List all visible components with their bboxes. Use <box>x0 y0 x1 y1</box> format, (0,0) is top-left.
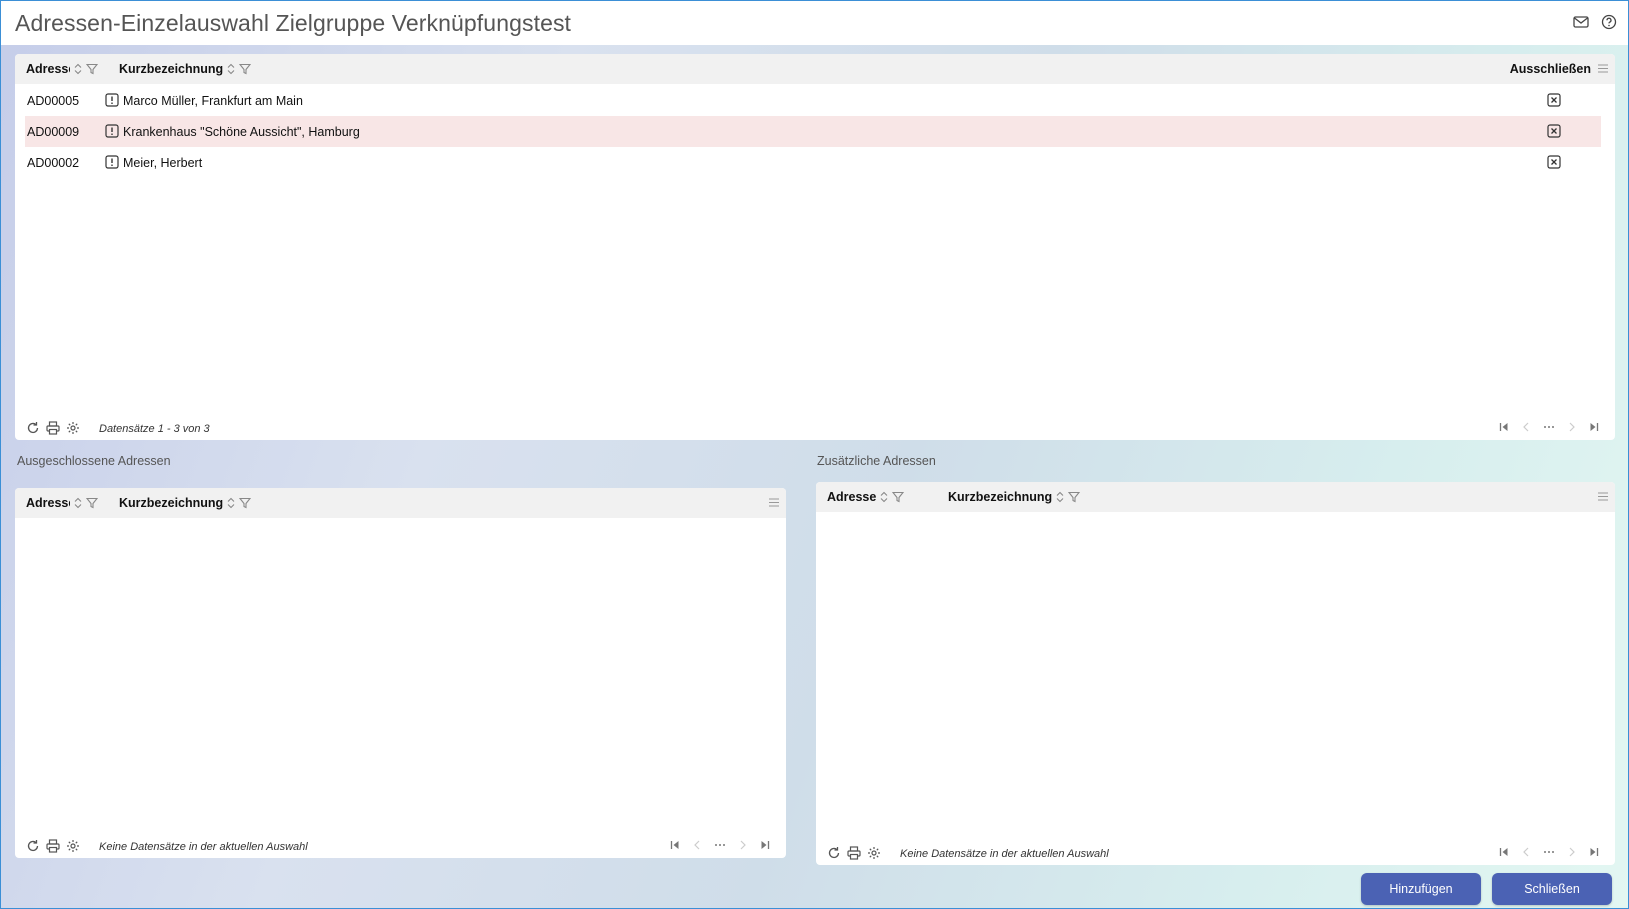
last-page-icon[interactable] <box>1589 847 1599 857</box>
filter-icon[interactable] <box>892 491 905 503</box>
next-page-icon[interactable] <box>1567 847 1577 857</box>
additional-grid-header: Adresse Kurzbezeichnung <box>816 482 1615 512</box>
pager <box>1499 847 1599 857</box>
column-address[interactable]: Adresse <box>26 54 98 84</box>
column-address[interactable]: Adresse <box>26 488 98 518</box>
next-page-icon[interactable] <box>738 840 748 850</box>
first-page-icon[interactable] <box>1499 847 1509 857</box>
exclude-icon[interactable] <box>1547 155 1561 172</box>
column-exclude-label: Ausschließen <box>1509 62 1591 76</box>
column-short-name-label: Kurzbezeichnung <box>948 490 1053 504</box>
last-page-icon[interactable] <box>760 840 770 850</box>
sort-icon[interactable] <box>74 497 82 509</box>
print-icon[interactable] <box>847 846 861 860</box>
record-status: Keine Datensätze in der aktuellen Auswah… <box>99 841 308 853</box>
column-address-label: Adresse <box>26 496 70 510</box>
warning-icon <box>105 93 119 110</box>
pager <box>670 840 770 850</box>
exclude-icon[interactable] <box>1547 93 1561 110</box>
column-menu-icon[interactable] <box>1597 63 1609 77</box>
column-short-name[interactable]: Kurzbezeichnung <box>119 488 252 518</box>
address-id: AD00002 <box>27 155 80 170</box>
more-pages-icon[interactable] <box>714 840 726 850</box>
more-pages-icon[interactable] <box>1543 847 1555 857</box>
print-icon[interactable] <box>46 421 60 435</box>
address-short-name: Marco Müller, Frankfurt am Main <box>123 93 303 108</box>
table-row[interactable]: AD00005 Marco Müller, Frankfurt am Main <box>25 85 1601 116</box>
column-short-name-label: Kurzbezeichnung <box>119 62 224 76</box>
filter-icon[interactable] <box>86 63 98 75</box>
column-short-name-label: Kurzbezeichnung <box>119 496 224 510</box>
table-row[interactable]: AD00009 Krankenhaus "Schöne Aussicht", H… <box>25 116 1601 147</box>
column-address-label: Adresse <box>827 490 877 504</box>
record-status: Datensätze 1 - 3 von 3 <box>99 423 210 435</box>
warning-icon <box>105 155 119 172</box>
refresh-icon[interactable] <box>827 846 841 860</box>
filter-icon[interactable] <box>239 63 252 75</box>
sort-icon[interactable] <box>1056 491 1064 503</box>
prev-page-icon[interactable] <box>1521 847 1531 857</box>
column-address[interactable]: Adresse <box>827 482 905 512</box>
pager <box>1499 422 1599 432</box>
column-short-name[interactable]: Kurzbezeichnung <box>119 54 252 84</box>
address-short-name: Meier, Herbert <box>123 155 203 170</box>
page-title: Adressen-Einzelauswahl Zielgruppe Verknü… <box>15 9 572 36</box>
exclude-icon[interactable] <box>1547 124 1561 141</box>
column-menu-icon[interactable] <box>768 497 780 511</box>
settings-icon[interactable] <box>66 839 80 853</box>
warning-icon <box>105 124 119 141</box>
sort-icon[interactable] <box>227 63 235 75</box>
help-icon[interactable] <box>1600 13 1618 31</box>
first-page-icon[interactable] <box>1499 422 1509 432</box>
settings-icon[interactable] <box>867 846 881 860</box>
filter-icon[interactable] <box>86 497 98 509</box>
sort-icon[interactable] <box>74 63 82 75</box>
column-exclude[interactable]: Ausschließen <box>1510 54 1591 84</box>
sort-icon[interactable] <box>880 491 888 503</box>
main-grid-header: Adresse Kurzbezeichnung Ausschließen <box>15 54 1615 84</box>
address-id: AD00005 <box>27 93 80 108</box>
excluded-address-grid: Adresse Kurzbezeichnung Keine Datensätze… <box>15 488 786 858</box>
address-short-name: Krankenhaus "Schöne Aussicht", Hamburg <box>123 124 360 139</box>
prev-page-icon[interactable] <box>1521 422 1531 432</box>
next-page-icon[interactable] <box>1567 422 1577 432</box>
refresh-icon[interactable] <box>26 421 40 435</box>
filter-icon[interactable] <box>239 497 252 509</box>
column-short-name[interactable]: Kurzbezeichnung <box>948 482 1081 512</box>
first-page-icon[interactable] <box>670 840 680 850</box>
print-icon[interactable] <box>46 839 60 853</box>
column-address-label: Adresse <box>26 62 70 76</box>
filter-icon[interactable] <box>1068 491 1081 503</box>
settings-icon[interactable] <box>66 421 80 435</box>
main-address-grid: Adresse Kurzbezeichnung Ausschließen AD0… <box>15 54 1615 440</box>
column-menu-icon[interactable] <box>1597 491 1609 505</box>
address-id: AD00009 <box>27 124 80 139</box>
table-row[interactable]: AD00002 Meier, Herbert <box>25 147 1601 178</box>
add-button[interactable]: Hinzufügen <box>1361 873 1481 905</box>
more-pages-icon[interactable] <box>1543 422 1555 432</box>
mail-icon[interactable] <box>1572 13 1590 31</box>
close-button[interactable]: Schließen <box>1492 873 1612 905</box>
title-bar: Adressen-Einzelauswahl Zielgruppe Verknü… <box>1 1 1628 45</box>
last-page-icon[interactable] <box>1589 422 1599 432</box>
additional-grid-footer: Keine Datensätze in der aktuellen Auswah… <box>816 843 1615 865</box>
prev-page-icon[interactable] <box>692 840 702 850</box>
refresh-icon[interactable] <box>26 839 40 853</box>
excluded-grid-header: Adresse Kurzbezeichnung <box>15 488 786 518</box>
sort-icon[interactable] <box>227 497 235 509</box>
title-icons <box>1572 13 1618 31</box>
excluded-addresses-label: Ausgeschlossene Adressen <box>17 454 171 468</box>
main-grid-footer: Datensätze 1 - 3 von 3 <box>15 418 1615 440</box>
additional-address-grid: Adresse Kurzbezeichnung Keine Datensätze… <box>816 482 1615 865</box>
record-status: Keine Datensätze in der aktuellen Auswah… <box>900 848 1109 860</box>
excluded-grid-footer: Keine Datensätze in der aktuellen Auswah… <box>15 836 786 858</box>
additional-addresses-label: Zusätzliche Adressen <box>817 454 936 468</box>
